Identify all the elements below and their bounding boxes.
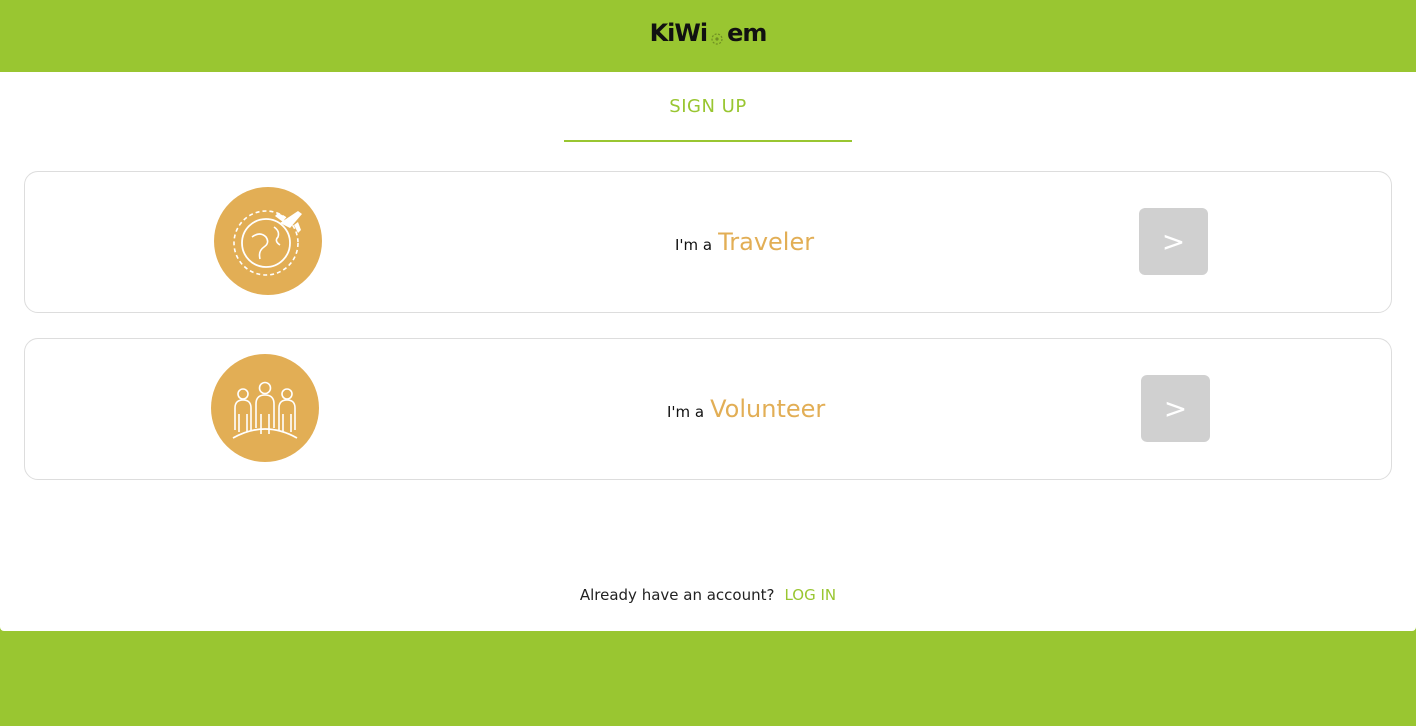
kiwi-logo-icon — [709, 25, 725, 45]
top-bar: KiWi em — [0, 0, 1416, 72]
traveler-next-button[interactable]: > — [1139, 208, 1208, 275]
logo-text-right: em — [727, 19, 767, 47]
logo[interactable]: KiWi em — [649, 19, 768, 47]
login-question: Already have an account? — [579, 586, 775, 604]
traveler-role-label: I'm a Traveler — [675, 172, 814, 312]
volunteer-role-label: I'm a Volunteer — [667, 339, 825, 479]
volunteer-next-button[interactable]: > — [1141, 375, 1210, 442]
role-prefix: I'm a — [675, 236, 713, 254]
login-prompt: Already have an account? LOG IN — [0, 586, 1416, 604]
tab-sign-up[interactable]: SIGN UP — [564, 72, 852, 142]
signup-panel: SIGN UP I'm a Traveler > I'm a Volunteer… — [0, 72, 1416, 631]
volunteers-group-icon — [211, 354, 319, 462]
globe-plane-icon — [214, 187, 322, 295]
role-prefix: I'm a — [667, 403, 705, 421]
volunteer-option-card[interactable]: I'm a Volunteer > — [24, 338, 1392, 480]
role-name-traveler: Traveler — [718, 228, 815, 256]
traveler-option-card[interactable]: I'm a Traveler > — [24, 171, 1392, 313]
logo-text-left: KiWi — [649, 19, 709, 47]
role-name-volunteer: Volunteer — [710, 395, 826, 423]
login-link[interactable]: LOG IN — [784, 586, 836, 604]
